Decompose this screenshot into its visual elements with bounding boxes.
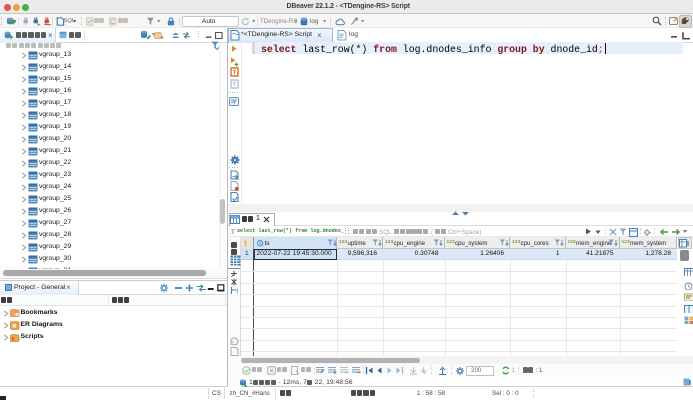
svg-text:.T: .T [229,228,236,236]
svg-text:?: ? [233,101,236,107]
